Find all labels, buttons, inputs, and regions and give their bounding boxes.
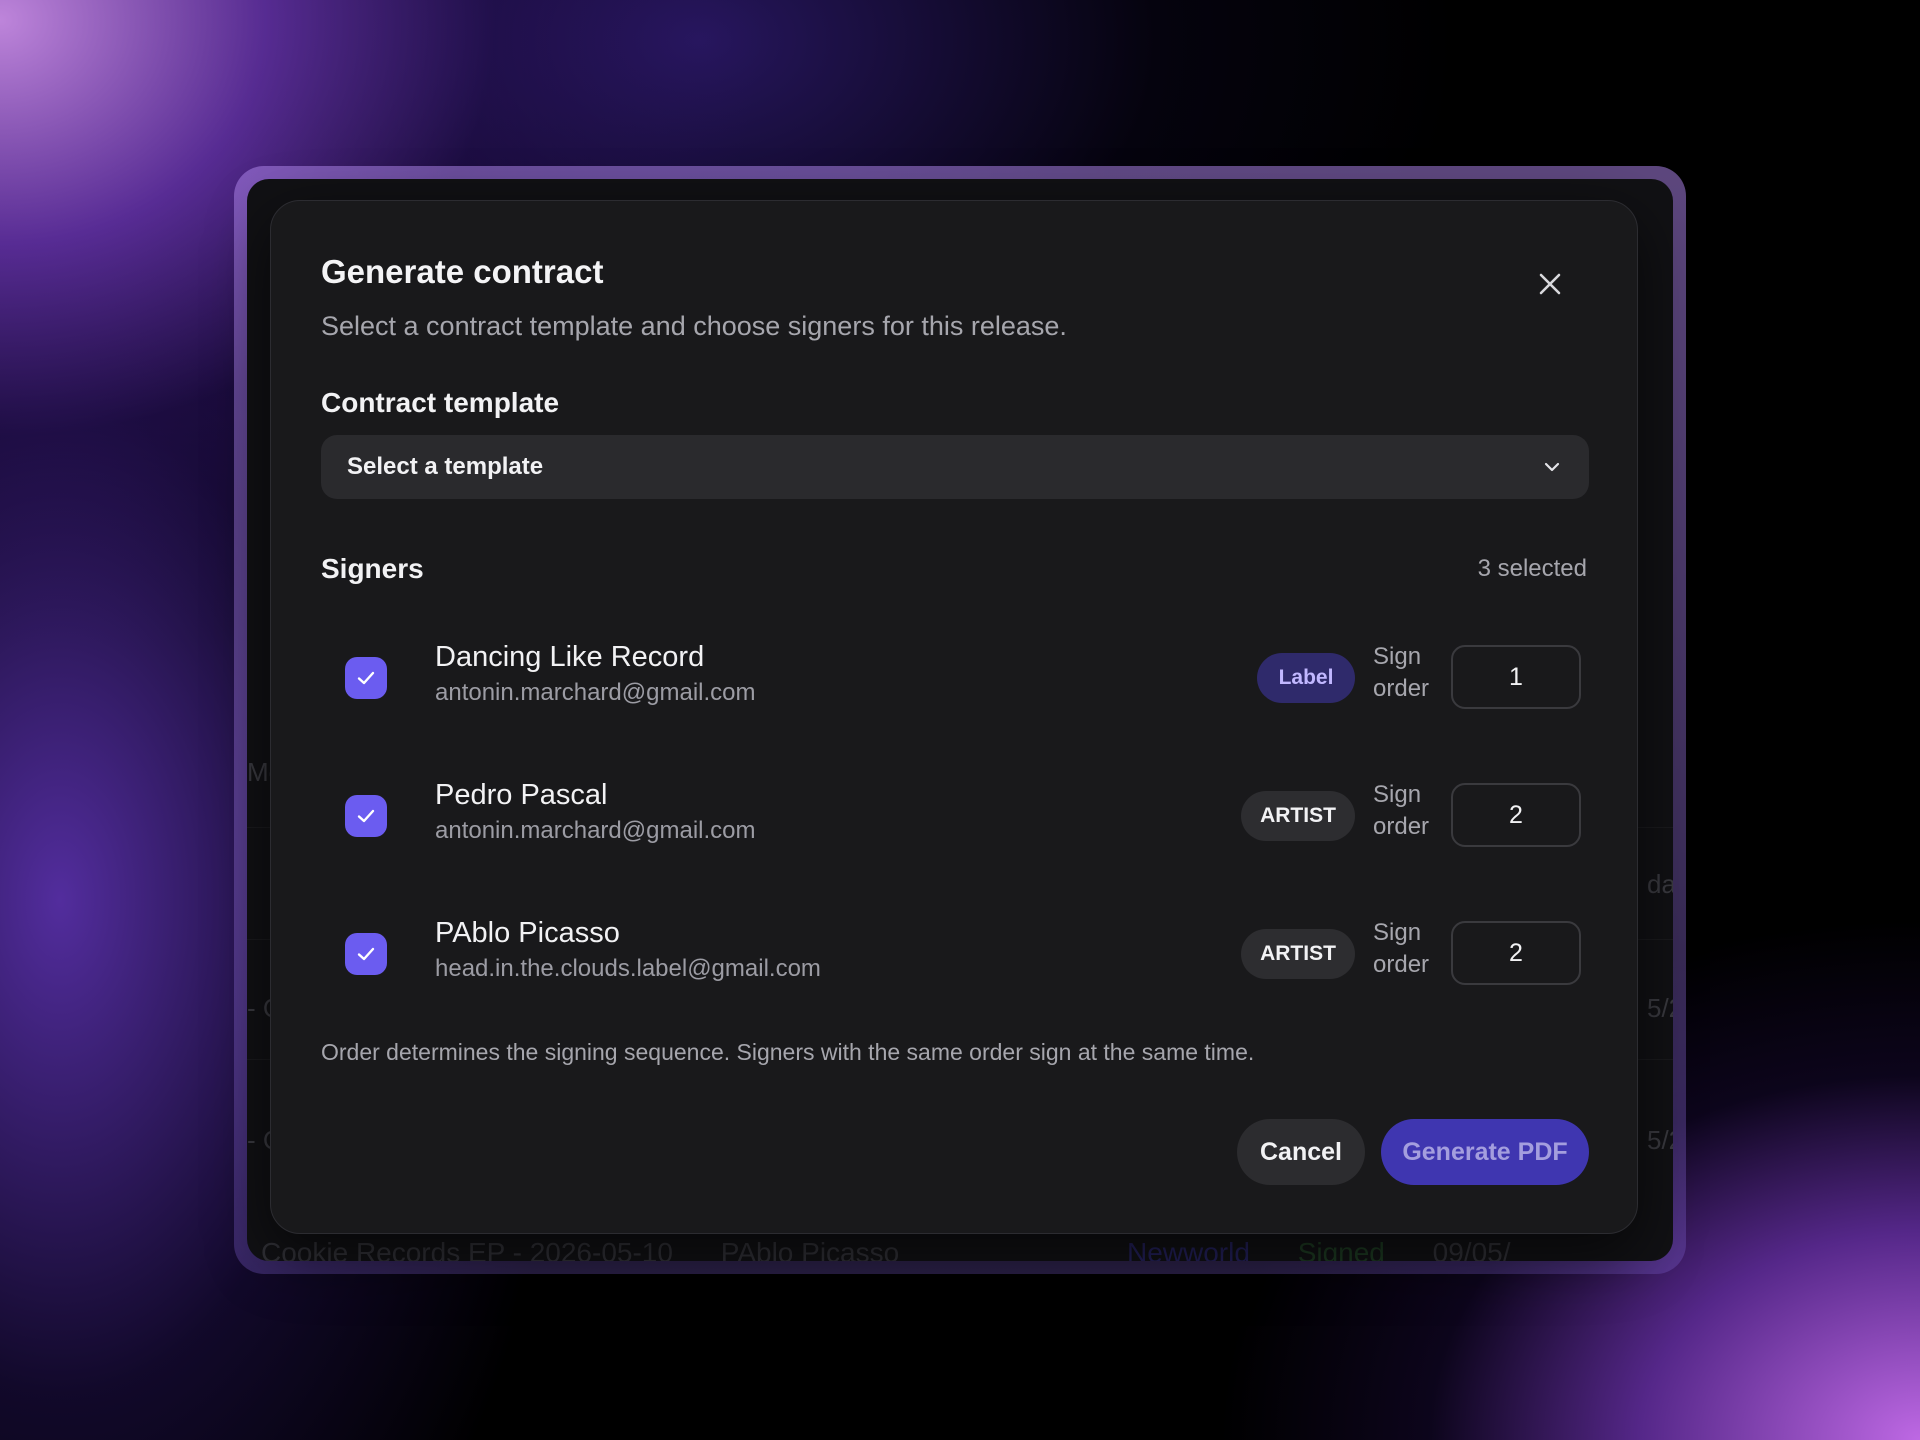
dialog-subtitle: Select a contract template and choose si… <box>321 311 1067 341</box>
bg-cell: Cookie Records EP - 2026-05-10 <box>261 1237 673 1261</box>
sign-order-text: Sign order <box>1373 919 1430 978</box>
bg-fragment: 5/2 <box>1647 1125 1673 1155</box>
cancel-button[interactable]: Cancel <box>1237 1119 1365 1185</box>
sign-order-input[interactable] <box>1451 783 1581 847</box>
close-icon <box>1539 273 1561 295</box>
bg-fragment: dat <box>1647 869 1673 899</box>
check-icon <box>357 809 375 823</box>
bg-fragment: 5/2 <box>1647 993 1673 1023</box>
bg-cell: PAblo Picasso <box>720 1237 900 1261</box>
role-badge: ARTIST <box>1241 791 1355 841</box>
signer-row: Dancing Like Record antonin.marchard@gma… <box>345 641 1581 711</box>
close-button[interactable] <box>1535 269 1565 299</box>
signer-name: Dancing Like Record <box>435 641 705 673</box>
signer-email: head.in.the.clouds.label@gmail.com <box>435 955 821 982</box>
chevron-down-icon <box>1544 462 1560 472</box>
role-badge: Label <box>1257 653 1355 703</box>
template-select[interactable]: Select a template <box>321 435 1589 499</box>
signer-checkbox[interactable] <box>345 795 387 837</box>
sign-order-text: Sign order <box>1373 781 1430 840</box>
bg-cell: 09/05/ <box>1432 1237 1511 1261</box>
signer-name: Pedro Pascal <box>435 779 608 811</box>
check-icon <box>357 947 375 961</box>
bg-cell: Newworld <box>1126 1237 1250 1261</box>
check-icon <box>357 671 375 685</box>
template-select-value: Select a template <box>347 453 544 480</box>
signer-name: PAblo Picasso <box>435 917 620 949</box>
template-label: Contract template <box>321 387 560 418</box>
signer-email: antonin.marchard@gmail.com <box>435 679 756 706</box>
role-badge: ARTIST <box>1241 929 1355 979</box>
dialog-title: Generate contract <box>321 253 604 290</box>
generate-contract-dialog: Generate contract Select a contract temp… <box>270 200 1638 1234</box>
signer-row: PAblo Picasso head.in.the.clouds.label@g… <box>345 917 1581 987</box>
bg-table-row: Cookie Records EP - 2026-05-10 PAblo Pic… <box>261 1237 1551 1261</box>
sign-order-text: Sign order <box>1373 643 1430 702</box>
sign-order-label: Sign order <box>1373 641 1443 705</box>
signer-checkbox[interactable] <box>345 933 387 975</box>
bg-cell: Signed <box>1297 1237 1385 1261</box>
generate-pdf-button[interactable]: Generate PDF <box>1381 1119 1589 1185</box>
signer-row: Pedro Pascal antonin.marchard@gmail.com … <box>345 779 1581 849</box>
sign-order-label: Sign order <box>1373 917 1443 981</box>
signing-order-hint: Order determines the signing sequence. S… <box>321 1039 1255 1065</box>
sign-order-input[interactable] <box>1451 645 1581 709</box>
signers-label: Signers <box>321 553 424 584</box>
signer-email: antonin.marchard@gmail.com <box>435 817 756 844</box>
selected-count: 3 selected <box>1477 555 1587 582</box>
signer-checkbox[interactable] <box>345 657 387 699</box>
sign-order-label: Sign order <box>1373 779 1443 843</box>
sign-order-input[interactable] <box>1451 921 1581 985</box>
